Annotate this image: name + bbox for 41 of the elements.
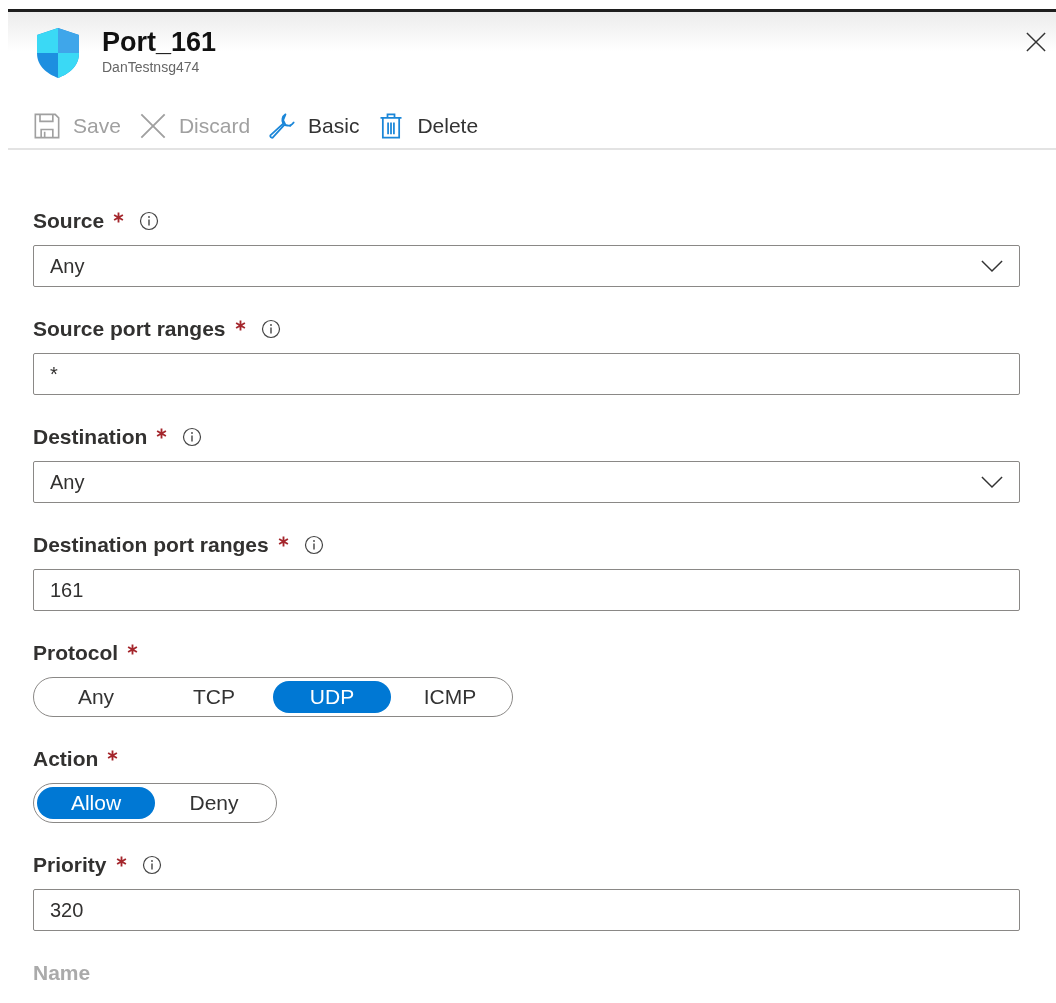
toggle-option[interactable]: TCP (155, 681, 273, 713)
info-icon[interactable] (139, 211, 160, 231)
toggle-option[interactable]: Allow (37, 787, 155, 819)
info-icon[interactable] (141, 855, 162, 875)
required-asterisk-icon (234, 319, 246, 331)
required-asterisk-icon (113, 211, 125, 223)
required-asterisk-icon (156, 427, 168, 439)
field-label: Destination port ranges (33, 533, 269, 557)
wrench-icon (268, 112, 297, 140)
toggle-option[interactable]: UDP (273, 681, 391, 713)
input-field[interactable]: 320 (33, 889, 1020, 931)
x-icon (138, 112, 167, 140)
dropdown-field[interactable]: Any (33, 245, 1020, 287)
input-field[interactable]: 161 (33, 569, 1020, 611)
field-label: Priority (33, 853, 107, 877)
field-label: Destination (33, 425, 148, 449)
required-asterisk-icon (115, 855, 127, 867)
toggle-option[interactable]: Deny (155, 787, 273, 819)
panel-subtitle: DanTestnsg474 (102, 59, 201, 75)
panel-title: Port_161 (102, 26, 217, 58)
dropdown-field[interactable]: Any (33, 461, 1020, 503)
shield-icon (35, 27, 81, 79)
info-icon[interactable] (260, 319, 281, 339)
toggle-option[interactable]: Any (37, 681, 155, 713)
chevron-down-icon (981, 475, 1003, 489)
field-label: Source port ranges (33, 317, 226, 341)
field-label: Action (33, 747, 99, 771)
chevron-down-icon (981, 259, 1003, 273)
required-asterisk-icon (277, 535, 289, 547)
field-label: Source (33, 209, 105, 233)
delete-button[interactable]: Delete (377, 108, 493, 144)
field-label: Name (33, 961, 91, 985)
toggle-option[interactable]: ICMP (391, 681, 509, 713)
basic-button[interactable]: Basic (268, 108, 374, 144)
close-icon[interactable] (1026, 32, 1046, 52)
input-field[interactable]: * (33, 353, 1020, 395)
info-icon[interactable] (182, 427, 203, 447)
required-asterisk-icon (107, 749, 119, 761)
required-asterisk-icon (127, 643, 139, 655)
info-icon[interactable] (303, 535, 324, 555)
field-label: Protocol (33, 641, 119, 665)
